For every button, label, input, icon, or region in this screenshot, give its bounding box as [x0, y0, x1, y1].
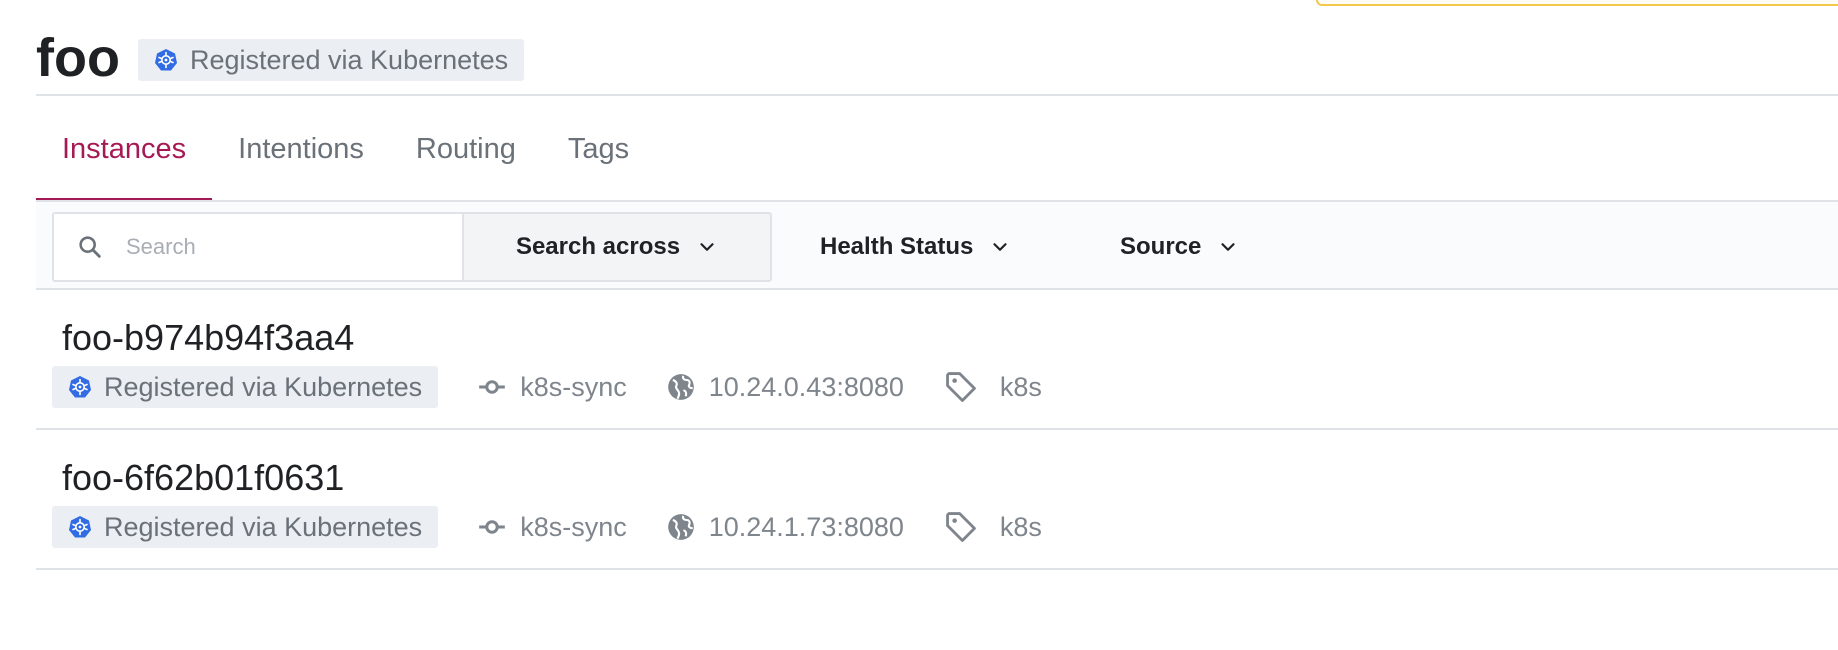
search-across-label: Search across — [515, 233, 681, 260]
search-icon — [79, 236, 101, 258]
page-title: foo — [36, 28, 120, 88]
search-box[interactable] — [52, 212, 462, 282]
source-badge: Registered via Kubernetes — [52, 366, 439, 408]
health-status-dropdown[interactable]: Health Status — [820, 212, 1011, 282]
globe-icon — [667, 514, 694, 540]
tab-intentions[interactable]: Intentions — [212, 96, 390, 202]
source-dropdown[interactable]: Source — [1120, 212, 1239, 282]
list-item[interactable]: foo-b974b94f3aa4 Registered via Kubernet… — [36, 290, 1838, 430]
search-input[interactable] — [126, 234, 426, 260]
tag-icon — [946, 372, 976, 402]
node-icon — [479, 380, 506, 394]
node-name: k8s-sync — [478, 372, 627, 403]
health-status-label: Health Status — [820, 233, 974, 260]
chevron-down-icon — [1221, 243, 1235, 251]
tag-icon — [946, 512, 976, 542]
globe-icon — [667, 374, 694, 400]
page-header: foo Registered via Kubernetes — [36, 26, 525, 90]
source-badge: Registered via Kubernetes — [52, 506, 439, 548]
kubernetes-icon — [69, 376, 91, 398]
instance-name[interactable]: foo-b974b94f3aa4 — [62, 320, 354, 356]
tab-instances[interactable]: Instances — [36, 96, 213, 204]
search-across-dropdown[interactable]: Search across — [462, 212, 772, 282]
tag-label: k8s — [999, 511, 1042, 542]
tab-bar: Instances Intentions Routing Tags — [36, 96, 1838, 204]
source-badge-label: Registered via Kubernetes — [189, 44, 509, 75]
address-label: 10.24.0.43:8080 — [708, 371, 904, 402]
instance-name[interactable]: foo-6f62b01f0631 — [62, 460, 344, 496]
chevron-down-icon — [700, 243, 714, 251]
kubernetes-icon — [69, 516, 91, 538]
node-label: k8s-sync — [520, 511, 627, 542]
instance-tags: k8s — [944, 370, 1042, 404]
list-item[interactable]: foo-6f62b01f0631 Registered via Kubernet… — [36, 430, 1838, 570]
source-badge: Registered via Kubernetes — [137, 39, 525, 81]
notice-banner-edge — [1316, 0, 1838, 6]
tag-label: k8s — [999, 371, 1042, 402]
instance-meta: Registered via Kubernetes k8s-sync 10.24… — [52, 506, 1042, 548]
filter-bar: Search across Health Status Source — [36, 202, 1838, 290]
source-badge-label: Registered via Kubernetes — [104, 371, 423, 402]
instance-address: 10.24.0.43:8080 — [667, 372, 904, 403]
chevron-down-icon — [993, 243, 1007, 251]
node-label: k8s-sync — [520, 371, 627, 402]
source-label: Source — [1120, 233, 1202, 260]
instance-meta: Registered via Kubernetes k8s-sync 10.24… — [52, 366, 1042, 408]
tab-tags[interactable]: Tags — [542, 96, 655, 202]
source-badge-label: Registered via Kubernetes — [104, 511, 423, 542]
address-label: 10.24.1.73:8080 — [708, 511, 904, 542]
tab-routing[interactable]: Routing — [390, 96, 542, 202]
kubernetes-icon — [154, 49, 177, 71]
instance-tags: k8s — [944, 510, 1042, 544]
node-name: k8s-sync — [478, 512, 627, 543]
node-icon — [479, 520, 506, 534]
instance-address: 10.24.1.73:8080 — [667, 512, 904, 543]
